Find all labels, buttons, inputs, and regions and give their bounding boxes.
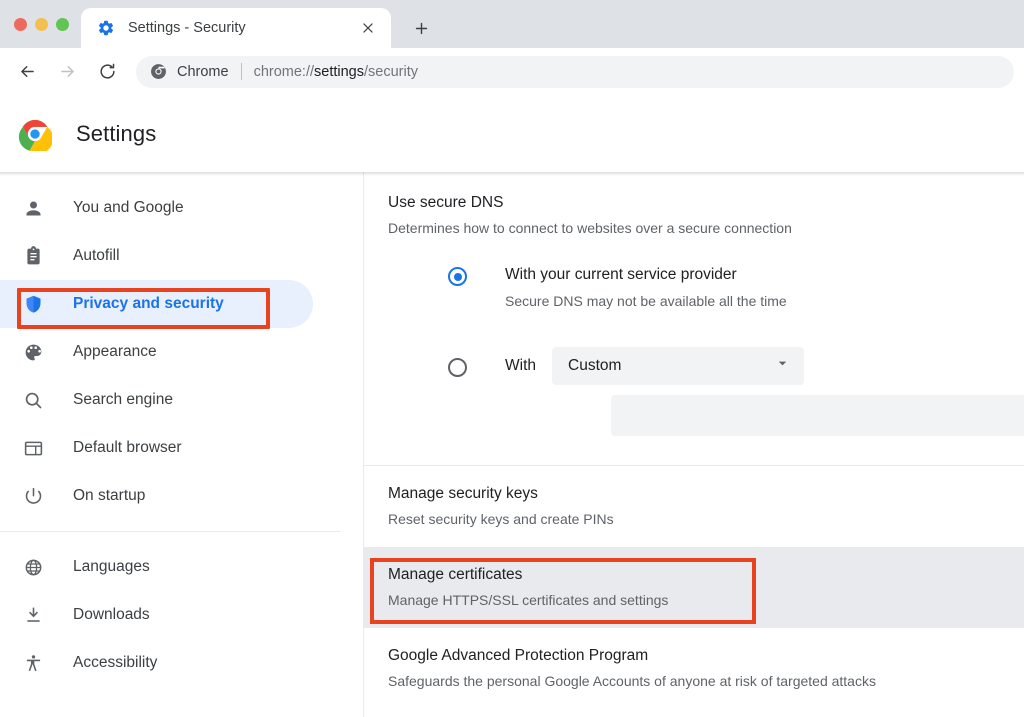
chrome-icon <box>150 63 167 80</box>
omnibox-app-label: Chrome <box>177 64 229 80</box>
url-prefix: chrome:// <box>254 64 314 80</box>
new-tab-button[interactable] <box>405 12 437 44</box>
radio-option-current-provider[interactable]: With your current service provider Secur… <box>448 265 1024 311</box>
secure-dns-section: Use secure DNS Determines how to connect… <box>364 172 1024 436</box>
reload-button[interactable] <box>90 55 124 89</box>
dns-provider-dropdown[interactable]: Custom <box>552 347 804 385</box>
secure-dns-title: Use secure DNS <box>388 192 1024 214</box>
globe-icon <box>22 556 44 578</box>
radio-option-texts: With your current service provider Secur… <box>505 265 787 311</box>
tab-strip: Settings - Security <box>0 0 1024 48</box>
back-button[interactable] <box>10 55 44 89</box>
forward-button[interactable] <box>50 55 84 89</box>
close-tab-icon[interactable] <box>357 17 379 39</box>
radio-button-custom[interactable] <box>448 358 467 377</box>
custom-dns-input[interactable] <box>611 395 1024 436</box>
sidebar-item-languages[interactable]: Languages <box>0 543 313 591</box>
chrome-logo-icon <box>18 117 52 151</box>
sidebar-item-you-and-google[interactable]: You and Google <box>0 184 313 232</box>
radio-label-with: With <box>505 357 536 375</box>
sidebar-item-label: Appearance <box>73 343 157 361</box>
secure-dns-subtitle: Determines how to connect to websites ov… <box>388 218 1024 239</box>
browser-window-icon <box>22 437 44 459</box>
minimize-window-button[interactable] <box>35 18 48 31</box>
sidebar-item-default-browser[interactable]: Default browser <box>0 424 313 472</box>
sidebar-item-label: Search engine <box>73 391 173 409</box>
sidebar-item-search-engine[interactable]: Search engine <box>0 376 313 424</box>
row-manage-certificates[interactable]: Manage certificates Manage HTTPS/SSL cer… <box>364 547 1024 628</box>
row-title: Manage certificates <box>388 564 1024 586</box>
settings-header: Settings Search settings <box>0 96 1024 172</box>
tab-settings-security[interactable]: Settings - Security <box>81 8 391 48</box>
settings-body: You and Google Autofill Privacy and secu… <box>0 172 1024 717</box>
omnibox-url: chrome://settings/security <box>254 64 418 80</box>
sidebar-item-label: Privacy and security <box>73 295 224 313</box>
sidebar-item-appearance[interactable]: Appearance <box>0 328 313 376</box>
accessibility-icon <box>22 652 44 674</box>
sidebar-item-autofill[interactable]: Autofill <box>0 232 313 280</box>
sidebar-item-label: Downloads <box>73 606 150 624</box>
palette-icon <box>22 341 44 363</box>
row-manage-security-keys[interactable]: Manage security keys Reset security keys… <box>364 466 1024 547</box>
sidebar-item-label: Default browser <box>73 439 182 457</box>
sidebar-item-on-startup[interactable]: On startup <box>0 472 313 520</box>
sidebar-item-accessibility[interactable]: Accessibility <box>0 639 313 687</box>
radio-button-current-provider[interactable] <box>448 267 467 286</box>
row-title: Google Advanced Protection Program <box>388 645 1024 667</box>
settings-main-pane: Use secure DNS Determines how to connect… <box>364 172 1024 717</box>
sidebar-divider <box>0 531 340 532</box>
sidebar-item-label: Autofill <box>73 247 120 265</box>
person-icon <box>22 197 44 219</box>
page-title: Settings <box>76 121 156 147</box>
maximize-window-button[interactable] <box>56 18 69 31</box>
dns-provider-selected-value: Custom <box>568 357 621 375</box>
url-host: settings <box>314 64 364 80</box>
window-controls <box>0 0 81 48</box>
chevron-down-icon <box>775 356 790 376</box>
tab-title: Settings - Security <box>128 20 357 36</box>
power-icon <box>22 485 44 507</box>
row-subtitle: Safeguards the personal Google Accounts … <box>388 671 1024 692</box>
clipboard-icon <box>22 245 44 267</box>
omnibox-separator <box>241 63 242 80</box>
shield-icon <box>22 293 44 315</box>
radio-label: With your current service provider <box>505 265 787 285</box>
search-icon <box>22 389 44 411</box>
sidebar-item-privacy-and-security[interactable]: Privacy and security <box>0 280 313 328</box>
secure-dns-radio-group: With your current service provider Secur… <box>388 265 1024 436</box>
row-google-advanced-protection[interactable]: Google Advanced Protection Program Safeg… <box>364 628 1024 709</box>
row-subtitle: Reset security keys and create PINs <box>388 509 1024 530</box>
gear-icon <box>97 19 115 37</box>
sidebar-item-downloads[interactable]: Downloads <box>0 591 313 639</box>
url-path: /security <box>364 64 418 80</box>
download-icon <box>22 604 44 626</box>
close-window-button[interactable] <box>14 18 27 31</box>
radio-option-custom[interactable]: With Custom <box>448 347 1024 385</box>
sidebar-item-label: Accessibility <box>73 654 157 672</box>
browser-toolbar: Chrome chrome://settings/security <box>0 48 1024 96</box>
settings-sidebar: You and Google Autofill Privacy and secu… <box>0 172 364 717</box>
sidebar-item-label: On startup <box>73 487 145 505</box>
radio-description: Secure DNS may not be available all the … <box>505 291 787 311</box>
row-subtitle: Manage HTTPS/SSL certificates and settin… <box>388 590 1024 611</box>
sidebar-item-label: Languages <box>73 558 150 576</box>
row-title: Manage security keys <box>388 483 1024 505</box>
address-bar[interactable]: Chrome chrome://settings/security <box>136 56 1014 88</box>
browser-window: Settings - Security <box>0 0 1024 717</box>
sidebar-item-label: You and Google <box>73 199 184 217</box>
